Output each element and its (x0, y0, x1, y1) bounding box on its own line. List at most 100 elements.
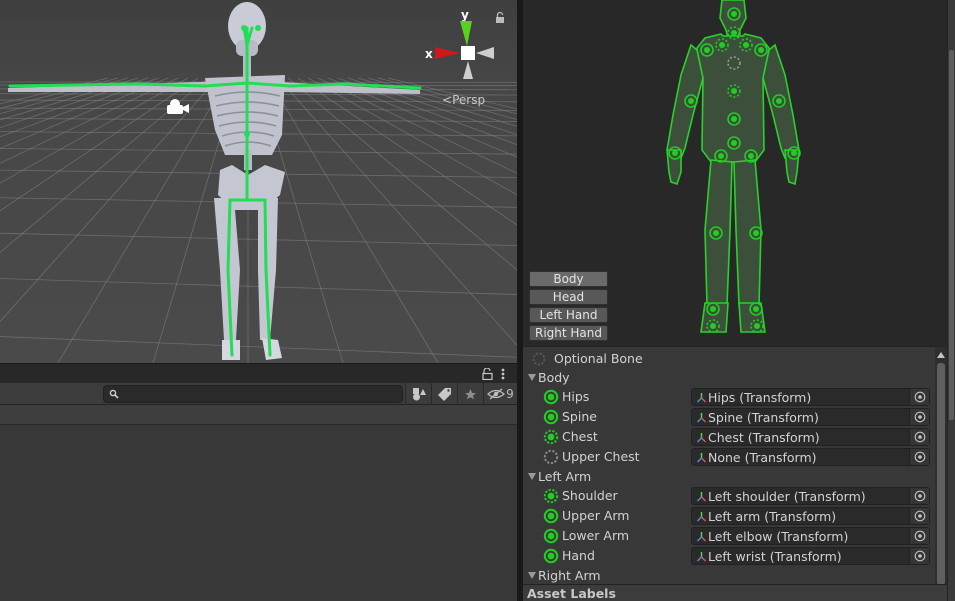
hidden-packages-count: 9 (506, 387, 514, 401)
filter-by-type-button[interactable] (405, 383, 431, 405)
shapes-icon (412, 388, 426, 401)
bone-group-foldout[interactable]: Left Arm (523, 467, 935, 487)
joint-dot (672, 150, 678, 156)
foldout-arrow-icon[interactable] (528, 572, 536, 579)
view-button-body[interactable]: Body (529, 271, 608, 287)
transform-object-field[interactable]: Left shoulder (Transform) (691, 487, 930, 505)
project-panel: 9 (0, 363, 517, 601)
projection-toggle[interactable]: <Persp (442, 93, 485, 107)
favorites-button[interactable] (457, 383, 483, 405)
project-content-area[interactable] (0, 405, 517, 601)
transform-object-field[interactable]: Left elbow (Transform) (691, 527, 930, 545)
gizmo-x-label: x (425, 47, 433, 61)
neg-y-cone[interactable] (463, 61, 473, 79)
transform-value: None (Transform) (708, 450, 817, 465)
object-picker-button[interactable] (909, 488, 929, 504)
object-picker-button[interactable] (909, 449, 929, 465)
bone-mapping-list[interactable]: Optional Bone Body Hips Hips (Transform) (523, 346, 947, 584)
transform-object-field[interactable]: Left wrist (Transform) (691, 547, 930, 565)
joint-dot (731, 30, 737, 36)
transform-object-field[interactable]: Hips (Transform) (691, 388, 930, 406)
asset-labels-header[interactable]: Asset Labels (523, 584, 947, 601)
scene-view[interactable]: y x <Persp (0, 0, 517, 363)
joint-dot (731, 140, 737, 146)
bone-row: Spine Spine (Transform) (523, 407, 935, 427)
chevron-left-icon: < (442, 93, 453, 107)
bone-list-scrollbar[interactable] (935, 347, 947, 584)
joint-dot (710, 323, 716, 329)
transform-value: Left wrist (Transform) (708, 549, 842, 564)
object-picker-button[interactable] (909, 548, 929, 564)
gizmo-y-label: y (461, 8, 469, 22)
scrollbar-thumb[interactable] (937, 363, 945, 584)
view-button-head[interactable]: Head (529, 289, 608, 305)
bone-group-foldout[interactable]: Body (523, 368, 935, 388)
bone-row: Hand Left wrist (Transform) (523, 546, 935, 566)
object-picker-button[interactable] (909, 389, 929, 405)
neg-x-cone[interactable] (476, 47, 494, 59)
object-picker-button[interactable] (909, 508, 929, 524)
joint-dot (748, 153, 754, 159)
bone-group-foldout[interactable]: Right Arm (523, 566, 935, 584)
transform-icon (697, 512, 706, 522)
scroll-up-arrow-icon[interactable] (937, 352, 945, 358)
optional-bone-icon (543, 488, 559, 504)
foldout-arrow-icon[interactable] (528, 374, 536, 381)
joint-dot (713, 230, 719, 236)
center-cube[interactable] (461, 46, 475, 60)
transform-value: Left shoulder (Transform) (708, 489, 866, 504)
transform-icon (697, 453, 706, 463)
transform-value: Hips (Transform) (708, 390, 812, 405)
filter-by-label-button[interactable] (431, 383, 457, 405)
inspector-scrollbar[interactable] (947, 0, 955, 601)
bone-group-label: Right Arm (538, 568, 601, 583)
bone-row: Chest Chest (Transform) (523, 427, 935, 447)
joint-dot (731, 11, 737, 17)
eye-slash-icon (487, 388, 506, 400)
joint-dot (731, 88, 737, 94)
legend-optional-bone: Optional Bone (523, 349, 935, 369)
lock-icon[interactable] (482, 368, 493, 380)
object-picker-button[interactable] (909, 429, 929, 445)
required-bone-icon (543, 528, 559, 544)
transform-icon (697, 433, 706, 443)
x-axis-cone[interactable] (435, 47, 460, 59)
bone-row: Upper Arm Left arm (Transform) (523, 506, 935, 526)
y-axis-cone[interactable] (460, 21, 472, 46)
view-button-right-hand[interactable]: Right Hand (529, 325, 608, 341)
joint-dot (754, 323, 760, 329)
search-input[interactable] (122, 386, 398, 402)
joint-dot (753, 306, 759, 312)
inspector-scrollbar-thumb[interactable] (949, 50, 954, 420)
foldout-arrow-icon[interactable] (528, 473, 536, 480)
object-picker-icon (914, 391, 925, 403)
transform-object-field[interactable]: Left arm (Transform) (691, 507, 930, 525)
project-toolbar: 9 (0, 383, 517, 405)
transform-icon (697, 413, 706, 423)
joint-dot (704, 47, 710, 53)
joint-dot (719, 42, 725, 48)
transform-object-field[interactable]: None (Transform) (691, 448, 930, 466)
object-picker-button[interactable] (909, 528, 929, 544)
joint-dot (791, 150, 797, 156)
view-button-left-hand[interactable]: Left Hand (529, 307, 608, 323)
optional-bone-icon (543, 449, 559, 465)
required-bone-icon (543, 548, 559, 564)
asset-labels-title: Asset Labels (527, 586, 616, 601)
object-picker-icon (914, 431, 925, 443)
object-picker-button[interactable] (909, 409, 929, 425)
joint-dot (718, 153, 724, 159)
object-picker-icon (914, 490, 925, 502)
camera-icon[interactable] (165, 97, 191, 117)
legend-label: Optional Bone (554, 351, 643, 366)
bone-name: Shoulder (562, 488, 618, 503)
more-options-icon[interactable] (500, 367, 506, 381)
transform-object-field[interactable]: Spine (Transform) (691, 408, 930, 426)
bone-name: Hips (562, 389, 590, 404)
transform-object-field[interactable]: Chest (Transform) (691, 428, 930, 446)
lock-icon[interactable] (495, 12, 505, 24)
search-field[interactable] (103, 385, 403, 403)
optional-bone-icon (532, 352, 546, 366)
hidden-packages-toggle[interactable]: 9 (483, 383, 517, 405)
bone-row: Upper Chest None (Transform) (523, 447, 935, 467)
